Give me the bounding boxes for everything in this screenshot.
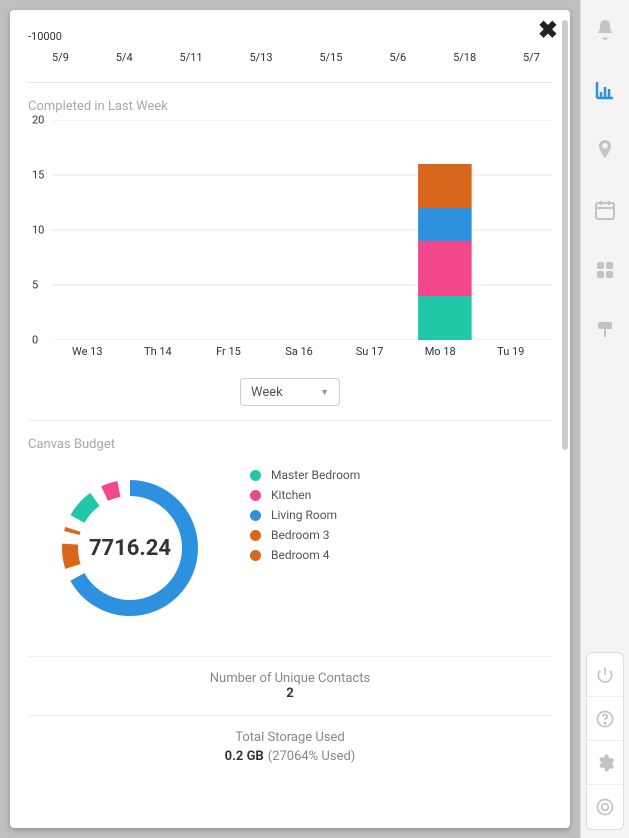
y-tick: 0 xyxy=(32,334,38,347)
stat-contacts: Number of Unique Contacts 2 xyxy=(28,656,552,715)
donut-center-value: 7716.24 xyxy=(40,458,220,638)
legend-label: Master Bedroom xyxy=(271,468,360,482)
legend-item: Living Room xyxy=(250,508,360,522)
sync-icon[interactable] xyxy=(587,785,623,829)
legend-item: Kitchen xyxy=(250,488,360,502)
y-tick: 5 xyxy=(32,279,38,292)
apps-icon[interactable] xyxy=(581,240,629,300)
bar-x-axis: We 13Th 14Fr 15Sa 16Su 17Mo 18Tu 19 xyxy=(52,345,546,358)
stat-value: 2 xyxy=(28,686,552,701)
calendar-icon[interactable] xyxy=(581,180,629,240)
bar-chart: 05101520 We 13Th 14Fr 15Sa 16Su 17Mo 18T… xyxy=(28,120,552,370)
stat-value: 0.2 GB xyxy=(225,749,264,764)
power-icon[interactable] xyxy=(587,653,623,697)
x-tick: 5/13 xyxy=(249,51,272,64)
x-axis-top: 5/9 5/4 5/11 5/13 5/15 5/6 5/18 5/7 xyxy=(28,47,552,83)
legend-swatch xyxy=(250,490,261,501)
stat-label: Number of Unique Contacts xyxy=(28,671,552,686)
legend-label: Bedroom 3 xyxy=(271,528,330,542)
bell-icon[interactable] xyxy=(581,0,629,60)
help-icon[interactable] xyxy=(587,697,623,741)
x-tick: 5/9 xyxy=(52,51,69,64)
x-tick: Su 17 xyxy=(334,345,405,358)
x-tick: 5/6 xyxy=(389,51,406,64)
stat-label: Total Storage Used xyxy=(28,730,552,745)
donut-chart-title: Canvas Budget xyxy=(28,437,552,452)
y-tick: 10 xyxy=(32,224,44,237)
legend-swatch xyxy=(250,510,261,521)
y-tick: 20 xyxy=(32,114,44,127)
stats-icon[interactable] xyxy=(581,60,629,120)
legend-swatch xyxy=(250,530,261,541)
close-icon[interactable]: ✖ xyxy=(538,18,558,42)
y-tick-top: -10000 xyxy=(28,30,552,47)
x-tick: 5/15 xyxy=(319,51,342,64)
legend-label: Kitchen xyxy=(271,488,311,502)
right-sidebar xyxy=(580,0,629,838)
legend-swatch xyxy=(250,550,261,561)
legend-item: Bedroom 3 xyxy=(250,528,360,542)
x-tick: 5/18 xyxy=(453,51,476,64)
chevron-down-icon: ▼ xyxy=(320,387,329,398)
x-tick: Sa 16 xyxy=(264,345,335,358)
stat-storage: Total Storage Used 0.2 GB (27064% Used) xyxy=(28,715,552,778)
stats-modal: ✖ -10000 5/9 5/4 5/11 5/13 5/15 5/6 5/18 5/7 Co… xyxy=(10,10,570,828)
pin-icon[interactable] xyxy=(581,120,629,180)
x-tick: Fr 15 xyxy=(193,345,264,358)
legend-swatch xyxy=(250,470,261,481)
x-tick: 5/7 xyxy=(523,51,540,64)
legend-item: Bedroom 4 xyxy=(250,548,360,562)
bar-chart-title: Completed in Last Week xyxy=(28,99,552,114)
modal-scrollbar[interactable] xyxy=(562,20,568,450)
dropdown-value: Week xyxy=(251,385,283,400)
x-tick: Th 14 xyxy=(123,345,194,358)
paint-icon[interactable] xyxy=(581,300,629,360)
stat-value-sub: (27064% Used) xyxy=(268,749,356,764)
gear-icon[interactable] xyxy=(587,741,623,785)
x-tick: Mo 18 xyxy=(405,345,476,358)
sidebar-bottom-box xyxy=(586,652,624,830)
legend-label: Bedroom 4 xyxy=(271,548,330,562)
y-tick: 15 xyxy=(32,169,44,182)
x-tick: We 13 xyxy=(52,345,123,358)
x-tick: 5/11 xyxy=(180,51,203,64)
donut-chart: 7716.24 Master Bedroom Kitchen Living Room… xyxy=(28,458,552,638)
donut-legend: Master Bedroom Kitchen Living Room Bedroom … xyxy=(250,458,360,638)
period-dropdown[interactable]: Week ▼ xyxy=(240,378,340,406)
x-tick: Tu 19 xyxy=(475,345,546,358)
divider xyxy=(28,420,552,421)
x-tick: 5/4 xyxy=(116,51,133,64)
legend-label: Living Room xyxy=(271,508,337,522)
legend-item: Master Bedroom xyxy=(250,468,360,482)
top-chart-remnant: -10000 5/9 5/4 5/11 5/13 5/15 5/6 5/18 5/7 xyxy=(28,30,552,83)
